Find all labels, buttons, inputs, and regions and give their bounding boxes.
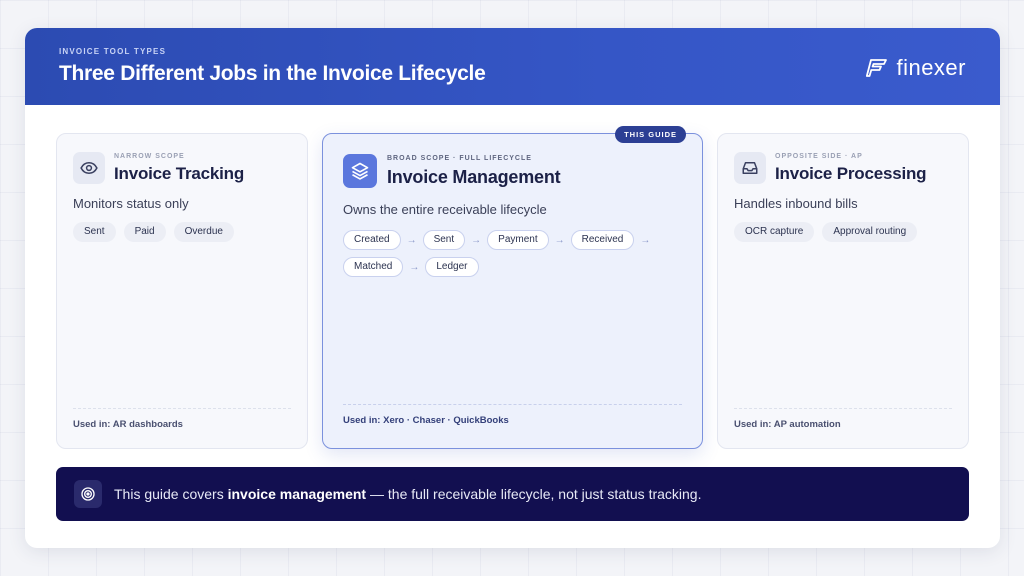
flow-step-created: Created <box>343 230 401 250</box>
flow-step-ledger: Ledger <box>425 257 479 277</box>
chip-overdue: Overdue <box>173 222 234 242</box>
banner-suffix: — the full receivable lifecycle, not jus… <box>366 486 702 502</box>
card-description: Handles inbound bills <box>734 196 858 211</box>
slide-frame: INVOICE TOOL TYPES Three Different Jobs … <box>25 28 1000 548</box>
banner-text: This guide covers invoice management — t… <box>114 486 701 502</box>
divider <box>343 404 682 405</box>
page-title: Three Different Jobs in the Invoice Life… <box>59 62 486 85</box>
banner-emphasis: invoice management <box>227 486 367 502</box>
guide-banner: This guide covers invoice management — t… <box>56 467 969 521</box>
finexer-logo-icon <box>866 59 888 77</box>
card-invoice-processing: OPPOSITE SIDE · AP Invoice Processing Ha… <box>717 133 969 449</box>
target-icon <box>74 480 102 508</box>
used-in-label: Used in: AR dashboards <box>73 419 183 430</box>
brand-name: finexer <box>896 55 966 80</box>
flow-step-received: Received <box>570 230 635 250</box>
lifecycle-flow: Created → Sent → Payment → Received → Ma… <box>343 230 688 277</box>
arrow-right-icon: → <box>640 234 651 246</box>
arrow-right-icon: → <box>409 261 420 273</box>
arrow-right-icon: → <box>554 234 565 246</box>
status-chips: Sent Paid Overdue <box>73 222 234 242</box>
card-title: Invoice Processing <box>775 164 927 183</box>
card-eyebrow: NARROW SCOPE <box>114 153 185 160</box>
chip-sent: Sent <box>73 222 116 242</box>
card-title: Invoice Management <box>387 167 561 187</box>
used-in-label: Used in: AP automation <box>734 419 841 430</box>
brand-logo: finexer <box>866 55 966 81</box>
arrow-right-icon: → <box>471 234 482 246</box>
arrow-right-icon: → <box>406 234 417 246</box>
chip-approval-routing: Approval routing <box>822 222 918 242</box>
chip-ocr-capture: OCR capture <box>734 222 815 242</box>
card-title: Invoice Tracking <box>114 164 245 183</box>
card-description: Owns the entire receivable lifecycle <box>343 202 547 217</box>
banner-prefix: This guide covers <box>114 486 228 502</box>
card-eyebrow: BROAD SCOPE · FULL LIFECYCLE <box>387 155 532 162</box>
layers-icon <box>343 154 377 188</box>
feature-chips: OCR capture Approval routing <box>734 222 918 242</box>
chip-paid: Paid <box>123 222 166 242</box>
card-invoice-management: THIS GUIDE BROAD SCOPE · FULL LIFECYCLE … <box>322 126 703 449</box>
divider <box>73 408 291 409</box>
card-eyebrow: OPPOSITE SIDE · AP <box>775 153 863 160</box>
card-description: Monitors status only <box>73 196 189 211</box>
card-invoice-tracking: NARROW SCOPE Invoice Tracking Monitors s… <box>56 133 308 449</box>
eye-icon <box>73 152 105 184</box>
this-guide-badge: THIS GUIDE <box>615 126 686 143</box>
header-eyebrow: INVOICE TOOL TYPES <box>59 47 167 56</box>
divider <box>734 408 952 409</box>
used-in-label: Used in: Xero · Chaser · QuickBooks <box>343 415 509 426</box>
flow-step-matched: Matched <box>343 257 404 277</box>
flow-step-payment: Payment <box>487 230 549 250</box>
flow-step-sent: Sent <box>422 230 466 250</box>
inbox-icon <box>734 152 766 184</box>
header-bar: INVOICE TOOL TYPES Three Different Jobs … <box>25 28 1000 105</box>
